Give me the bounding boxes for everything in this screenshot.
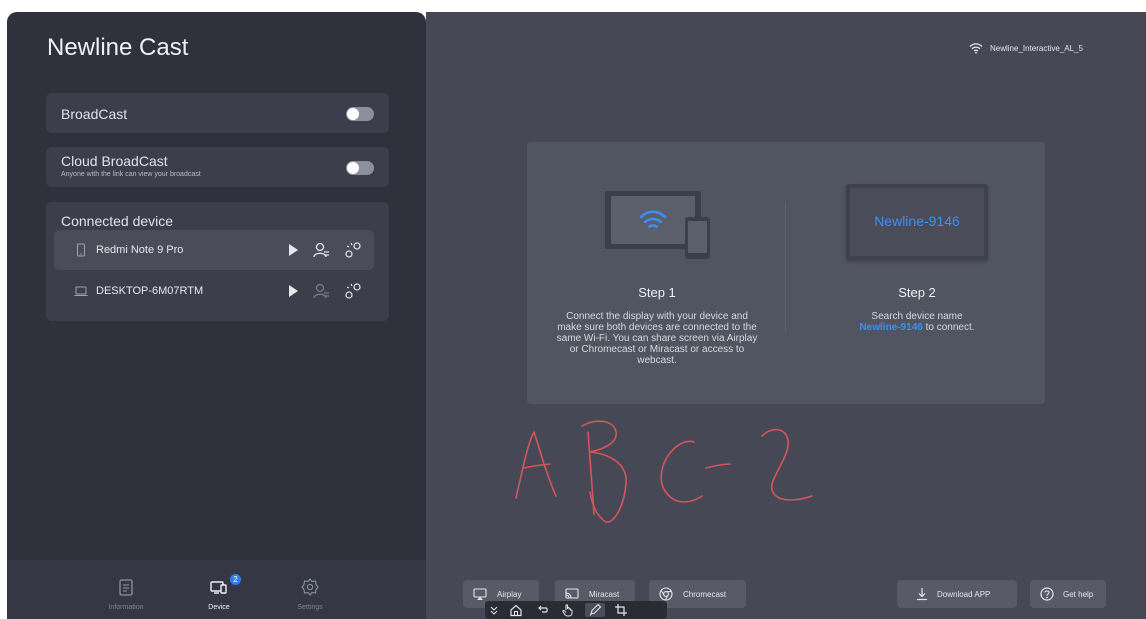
device-name: DESKTOP-6M07RTM [96, 285, 204, 297]
nav-settings-label: Settings [297, 604, 323, 611]
step2-text-after: to connect. [925, 322, 975, 333]
display-phone-illustration [605, 191, 715, 261]
user-control-icon[interactable] [312, 241, 330, 259]
pen-icon[interactable] [585, 603, 605, 617]
device-name: Redmi Note 9 Pro [96, 244, 184, 256]
cloud-broadcast-subtitle: Anyone with the link can view your broad… [61, 171, 201, 178]
chromecast-label: Chromecast [683, 590, 727, 599]
step1-description: Connect the display with your device and… [556, 311, 758, 366]
home-icon[interactable] [509, 603, 523, 617]
wifi-icon [969, 42, 983, 54]
nav-settings[interactable]: Settings [275, 560, 345, 619]
step1-title: Step 1 [638, 285, 676, 300]
step2-text-before: Search device name [871, 311, 963, 322]
download-app-button[interactable]: Download APP [897, 580, 1017, 608]
broadcast-toggle[interactable] [346, 107, 374, 121]
laptop-icon [74, 284, 88, 298]
undo-icon[interactable] [535, 603, 549, 617]
steps-card: Step 1 Connect the display with your dev… [527, 142, 1045, 404]
step2-title: Step 2 [898, 285, 936, 300]
miracast-label: Miracast [589, 590, 620, 599]
nav-device-label: Device [208, 604, 230, 611]
get-help-label: Get help [1063, 590, 1094, 599]
broadcast-label: BroadCast [61, 106, 128, 122]
annotation-toolbar [485, 601, 667, 619]
disconnect-icon[interactable] [344, 282, 362, 300]
play-icon[interactable] [284, 282, 302, 300]
download-app-label: Download APP [937, 590, 991, 599]
miracast-icon [565, 587, 579, 601]
get-help-button[interactable]: Get help [1030, 580, 1106, 608]
device-row[interactable]: Redmi Note 9 Pro [54, 230, 374, 270]
nav-information[interactable]: Information [91, 560, 161, 619]
nav-device[interactable]: 2 Device [184, 560, 254, 619]
clipboard-icon [117, 578, 135, 596]
handwriting-annotation [486, 412, 866, 542]
device-name-display: Newline-9146 [846, 184, 988, 260]
device-icon [210, 578, 228, 596]
step2-description: Search device name Newline-9146 to conne… [807, 311, 1027, 333]
airplay-label: Airplay [497, 590, 522, 599]
help-icon [1040, 587, 1054, 601]
display-device-name: Newline-9146 [874, 213, 960, 229]
step-divider [785, 202, 786, 332]
main-area: Newline_Interactive_AL_5 Step 1 Connect … [426, 12, 1146, 619]
crop-icon[interactable] [614, 603, 628, 617]
phone-icon [74, 243, 88, 257]
cloud-broadcast-label: Cloud BroadCast [61, 153, 168, 169]
device-row[interactable]: DESKTOP-6M07RTM [54, 271, 374, 311]
bottom-nav: Information 2 Device Settings [7, 560, 426, 619]
network-name: Newline_Interactive_AL_5 [990, 44, 1083, 53]
hand-icon[interactable] [561, 603, 575, 617]
nav-information-label: Information [108, 604, 144, 611]
connected-devices-card: Connected device Redmi Note 9 Pro DESKTO… [46, 202, 389, 321]
cloud-broadcast-card: Cloud BroadCast Anyone with the link can… [46, 147, 389, 187]
device-count-badge: 2 [230, 574, 241, 585]
download-icon [915, 587, 929, 601]
user-control-icon[interactable] [312, 282, 330, 300]
gear-icon [301, 578, 319, 596]
chrome-icon [659, 587, 673, 601]
airplay-icon [473, 587, 487, 601]
step2-device-name: Newline-9146 [859, 322, 923, 333]
screen: Newline Cast BroadCast Cloud BroadCast A… [0, 0, 1146, 619]
disconnect-icon[interactable] [344, 241, 362, 259]
broadcast-card: BroadCast [46, 93, 389, 133]
left-panel: Newline Cast BroadCast Cloud BroadCast A… [7, 12, 426, 619]
collapse-icon[interactable] [489, 603, 499, 617]
connected-devices-title: Connected device [61, 213, 174, 229]
app-title: Newline Cast [47, 34, 189, 61]
play-icon[interactable] [284, 241, 302, 259]
cloud-broadcast-toggle[interactable] [346, 161, 374, 175]
